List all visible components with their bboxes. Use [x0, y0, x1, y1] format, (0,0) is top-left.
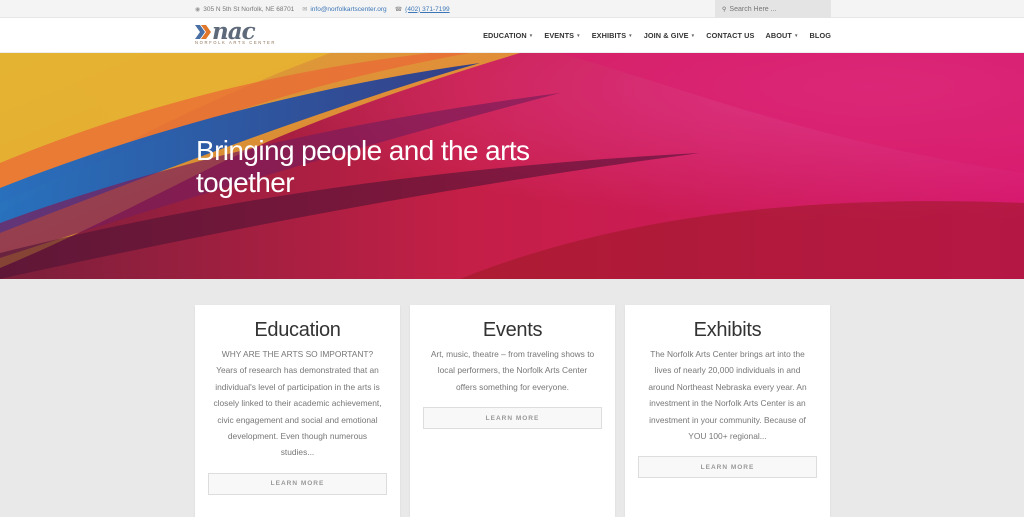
card-text: Art, music, theatre – from traveling sho… [430, 349, 595, 392]
nav-label: EXHIBITS [591, 31, 627, 40]
site-logo[interactable]: nac NORFOLK ARTS CENTER [195, 18, 277, 50]
caret-down-icon: ▼ [793, 33, 799, 38]
address-text: 305 N 5th St Norfolk, NE 68701 [203, 5, 295, 13]
nav-label: EDUCATION [483, 31, 527, 40]
phone-item[interactable]: ☎ (402) 371-7199 [395, 6, 450, 13]
main-nav: EDUCATION ▼ EVENTS ▼ EXHIBITS ▼ JOIN & GIVE… [472, 18, 831, 53]
logo-subtitle: NORFOLK ARTS CENTER [195, 40, 277, 45]
address-item: ◉ 305 N 5th St Norfolk, NE 68701 [195, 6, 294, 13]
caret-down-icon: ▼ [528, 33, 534, 38]
nav-about[interactable]: ABOUT ▼ [766, 31, 799, 40]
nav-label: CONTACT US [706, 31, 755, 40]
caret-down-icon: ▼ [690, 33, 696, 38]
hero-title: Bringing people and the arts together [196, 135, 530, 198]
phone-icon: ☎ [394, 6, 403, 13]
card-title: Exhibits [693, 319, 762, 341]
card-text: WHY ARE THE ARTS SO IMPORTANT? Years of … [213, 349, 382, 458]
learn-more-button[interactable]: LEARN MORE [208, 472, 387, 495]
nav-education[interactable]: EDUCATION ▼ [483, 31, 533, 40]
nav-label: BLOG [809, 31, 831, 40]
search-box[interactable]: ⚲ [715, 0, 831, 18]
caret-down-icon: ▼ [628, 33, 633, 38]
nav-label: JOIN & GIVE [643, 31, 689, 40]
top-bar-inner: ◉ 305 N 5th St Norfolk, NE 68701 ✉ info@… [195, 0, 831, 18]
nav-exhibits[interactable]: EXHIBITS ▼ [592, 31, 633, 40]
card-events: Events Art, music, theatre – from travel… [410, 305, 615, 517]
search-icon[interactable]: ⚲ [722, 6, 726, 13]
top-bar: ◉ 305 N 5th St Norfolk, NE 68701 ✉ info@… [0, 0, 1024, 18]
card-text: The Norfolk Arts Center brings art into … [648, 349, 807, 442]
nav-label: EVENTS [544, 31, 575, 40]
feature-cards: Education WHY ARE THE ARTS SO IMPORTANT?… [195, 305, 831, 517]
card-education: Education WHY ARE THE ARTS SO IMPORTANT?… [195, 305, 400, 517]
nav-blog[interactable]: BLOG [810, 31, 831, 40]
phone-link[interactable]: (402) 371-7199 [405, 6, 449, 13]
email-link[interactable]: info@norfolkartscenter.org [310, 6, 386, 13]
caret-down-icon: ▼ [576, 33, 581, 38]
nav-events[interactable]: EVENTS ▼ [544, 31, 580, 40]
card-exhibits: Exhibits The Norfolk Arts Center brings … [625, 305, 830, 517]
map-pin-icon: ◉ [195, 6, 201, 13]
learn-more-button[interactable]: LEARN MORE [638, 456, 817, 479]
nav-contact-us[interactable]: CONTACT US [706, 31, 754, 40]
site-header: nac NORFOLK ARTS CENTER EDUCATION ▼ EVENT… [0, 18, 1024, 53]
nav-join-give[interactable]: JOIN & GIVE ▼ [644, 31, 695, 40]
learn-more-button[interactable]: LEARN MORE [423, 407, 602, 430]
search-input[interactable] [729, 5, 822, 13]
card-title: Education [254, 319, 341, 341]
card-title: Events [482, 319, 543, 341]
hero-banner: Bringing people and the arts together [0, 53, 1024, 279]
nav-label: ABOUT [765, 31, 792, 40]
email-item[interactable]: ✉ info@norfolkartscenter.org [302, 6, 386, 13]
envelope-icon: ✉ [302, 6, 308, 13]
